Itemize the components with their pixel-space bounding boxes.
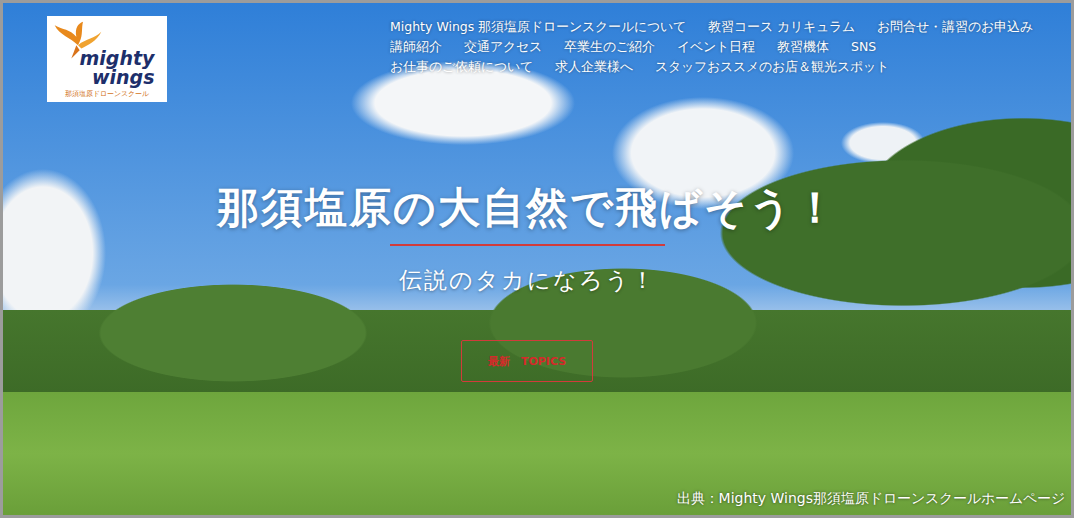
nav-item[interactable]: 交通アクセス — [464, 38, 542, 55]
topics-button[interactable]: 最新 TOPICS — [461, 340, 593, 382]
hero-subtitle: 伝説のタカになろう！ — [399, 266, 656, 294]
nav-item[interactable]: 卒業生のご紹介 — [564, 38, 655, 55]
nav-item[interactable]: 講師紹介 — [390, 38, 442, 55]
logo-tagline: 那須塩原ドローンスクール — [65, 89, 149, 99]
nav-row: Mighty Wings 那須塩原ドローンスクールについて 教習コース カリキュラ… — [390, 18, 1033, 35]
nav-item[interactable]: 求人企業様へ — [555, 58, 633, 75]
nav-item[interactable]: Mighty Wings 那須塩原ドローンスクールについて — [390, 18, 686, 35]
nav-item[interactable]: イベント日程 — [677, 38, 755, 55]
source-caption: 出典：Mighty Wings那須塩原ドローンスクールホームページ — [677, 489, 1065, 507]
title-divider — [390, 244, 665, 246]
nav-item[interactable]: 教習機体 — [777, 38, 829, 55]
logo-wordmark: mighty — [80, 49, 155, 68]
site-header: mightywings 那須塩原ドローンスクール Mighty Wings 那須塩原… — [3, 3, 1071, 102]
nav-row: 講師紹介 交通アクセス 卒業生のご紹介 イベント日程 教習機体 SNS — [390, 38, 1033, 55]
hawk-icon — [53, 20, 103, 62]
nav-item[interactable]: お問合せ・講習のお申込み — [877, 18, 1033, 35]
nav-item[interactable]: SNS — [851, 38, 876, 55]
hero-page: mightywings 那須塩原ドローンスクール Mighty Wings 那須塩原… — [0, 0, 1074, 518]
nav-item[interactable]: スタッフおススメのお店＆観光スポット — [655, 58, 889, 75]
hero-content: 那須塩原の大自然で飛ばそう！ 伝説のタカになろう！ 最新 TOPICS — [3, 182, 1071, 382]
logo-wordmark: wings — [92, 68, 155, 87]
hero-title: 那須塩原の大自然で飛ばそう！ — [217, 182, 838, 234]
nav-item[interactable]: お仕事のご依頼について — [390, 58, 533, 75]
main-nav: Mighty Wings 那須塩原ドローンスクールについて 教習コース カリキュラ… — [390, 16, 1033, 75]
logo[interactable]: mightywings 那須塩原ドローンスクール — [47, 16, 167, 102]
nav-row: お仕事のご依頼について 求人企業様へ スタッフおススメのお店＆観光スポット — [390, 58, 1033, 75]
nav-item[interactable]: 教習コース カリキュラム — [708, 18, 855, 35]
